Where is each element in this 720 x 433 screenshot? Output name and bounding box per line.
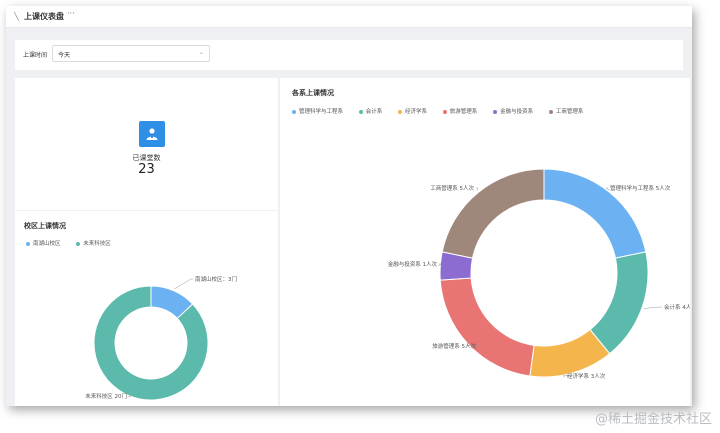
- donut-segment[interactable]: [441, 168, 545, 259]
- more-icon[interactable]: ···: [67, 9, 75, 18]
- top-bar: ╲ 上课仪表盘 ···: [6, 6, 692, 28]
- total-classes-value: 23: [138, 162, 155, 177]
- campus-donut-chart: 南湖山校区：3门未来科技区 20门: [85, 275, 237, 401]
- filter-bar: 上课时间 今天 ⌄: [15, 40, 683, 70]
- data-label: 工商管理系 5人次: [430, 184, 474, 192]
- campus-chart-card: 校区上课情况 南湖山校区 未来科技区 南湖山校区：3门 未来科技区 20门: [15, 211, 278, 406]
- donut-segment[interactable]: [543, 168, 647, 259]
- data-label: 金融与投资系 1人次: [388, 260, 438, 268]
- data-label: 会计系 4人次: [664, 303, 690, 311]
- data-label: 旅游管理系 5人次: [432, 342, 476, 350]
- chevron-down-icon: ⌄: [198, 49, 204, 56]
- label-leader-line: [643, 306, 662, 309]
- data-label: 经济学系 3人次: [567, 372, 606, 380]
- data-label: 管理科学与工程系 5人次: [610, 184, 671, 192]
- department-chart-card: 各系上课情况 管理科学与工程系 会计系 经济学系 旅游管理系 金融与投资系 工商…: [280, 78, 690, 406]
- dashboard-window: ╲ 上课仪表盘 ··· 上课时间 今天 ⌄ 已课堂数 23 校区上课情况 南湖山…: [6, 6, 692, 406]
- time-filter-label: 上课时间: [23, 52, 48, 59]
- page-title: 上课仪表盘: [24, 12, 64, 21]
- department-donut-chart: 管理科学与工程系 5人次会计系 4人次经济学系 3人次 旅游管理系 5人次 金融与投…: [388, 168, 690, 380]
- total-classes-card: 已课堂数 23: [15, 78, 278, 210]
- watermark: @稀土掘金技术社区: [594, 412, 712, 427]
- donut-segment[interactable]: [439, 277, 535, 377]
- label-leader-line: [174, 278, 193, 290]
- time-filter-value: 今天: [58, 52, 71, 59]
- user-group-icon: [139, 121, 165, 147]
- time-filter-select[interactable]: 今天 ⌄: [52, 45, 210, 62]
- donut-segment[interactable]: [589, 251, 649, 355]
- data-label: 未来科技区 20门: [85, 392, 127, 400]
- label-leader-line: [476, 187, 479, 191]
- data-label: 南湖山校区：3门: [195, 275, 237, 283]
- menu-icon[interactable]: ╲: [14, 12, 19, 21]
